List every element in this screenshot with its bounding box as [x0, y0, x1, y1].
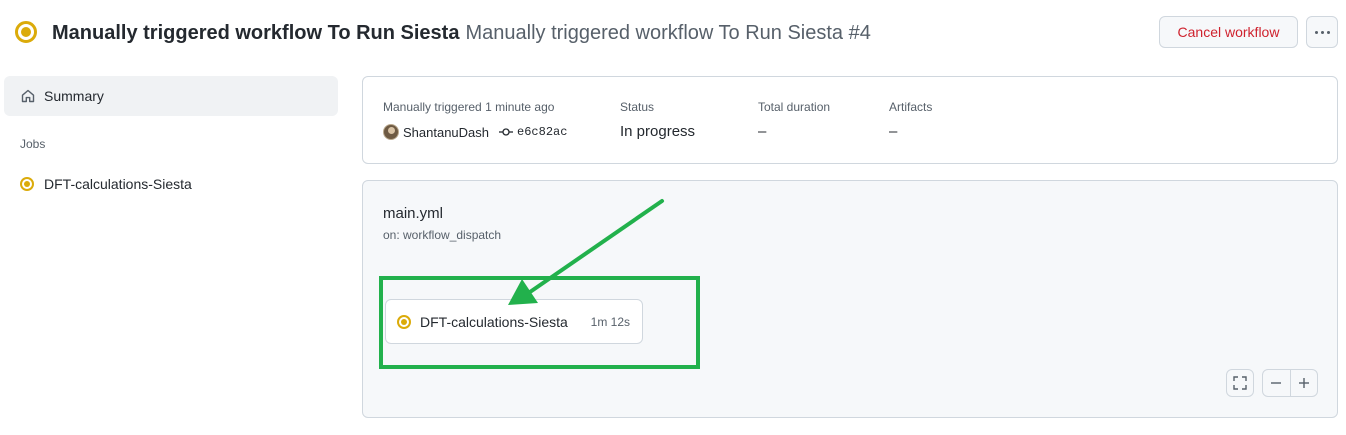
- more-options-button[interactable]: [1306, 16, 1338, 48]
- zoom-out-button[interactable]: [1263, 370, 1290, 396]
- status-value: In progress: [620, 123, 696, 140]
- in-progress-icon: [20, 177, 34, 191]
- actor-link[interactable]: ShantanuDash: [403, 125, 489, 140]
- commit-icon: [499, 128, 514, 136]
- workflow-title: Manually triggered workflow To Run Siest…: [52, 22, 460, 44]
- trigger-details: ShantanuDash e6c82ac: [383, 124, 567, 140]
- commit-link[interactable]: e6c82ac: [517, 125, 567, 139]
- home-icon: [21, 89, 35, 103]
- avatar[interactable]: [383, 124, 399, 140]
- duration-label: Total duration: [758, 100, 831, 114]
- workflow-trigger: on: workflow_dispatch: [383, 228, 502, 242]
- minus-icon: [1271, 382, 1282, 384]
- duration-value: –: [758, 123, 767, 140]
- artifacts-label: Artifacts: [889, 100, 933, 114]
- status-label: Status: [620, 100, 655, 114]
- jobs-heading: Jobs: [20, 137, 46, 151]
- fullscreen-button[interactable]: [1226, 369, 1254, 397]
- sidebar-item-label: Summary: [44, 88, 104, 104]
- trigger-label: Manually triggered 1 minute ago: [383, 100, 554, 114]
- zoom-in-button[interactable]: [1289, 370, 1317, 396]
- kebab-dot: [1320, 30, 1324, 34]
- page-title: Manually triggered workflow To Run Siest…: [52, 20, 871, 46]
- run-title: Manually triggered workflow To Run Siest…: [465, 22, 871, 44]
- sidebar-item-job[interactable]: DFT-calculations-Siesta: [20, 176, 192, 192]
- in-progress-icon: [15, 21, 37, 43]
- kebab-dot: [1314, 30, 1318, 34]
- sidebar-item-label: DFT-calculations-Siesta: [44, 176, 192, 192]
- sidebar-item-summary[interactable]: Summary: [4, 76, 338, 116]
- kebab-dot: [1326, 30, 1330, 34]
- trigger-time: 1 minute ago: [485, 100, 555, 114]
- annotation-arrow: [508, 199, 664, 305]
- fullscreen-icon: [1233, 376, 1247, 390]
- trigger-text: Manually triggered: [383, 100, 482, 114]
- plus-icon: [1298, 378, 1309, 388]
- artifacts-value: –: [889, 123, 898, 140]
- zoom-controls: [1262, 369, 1318, 397]
- workflow-file-name: main.yml: [383, 205, 444, 222]
- run-summary-card: [362, 76, 1338, 164]
- cancel-workflow-button[interactable]: Cancel workflow: [1159, 16, 1298, 48]
